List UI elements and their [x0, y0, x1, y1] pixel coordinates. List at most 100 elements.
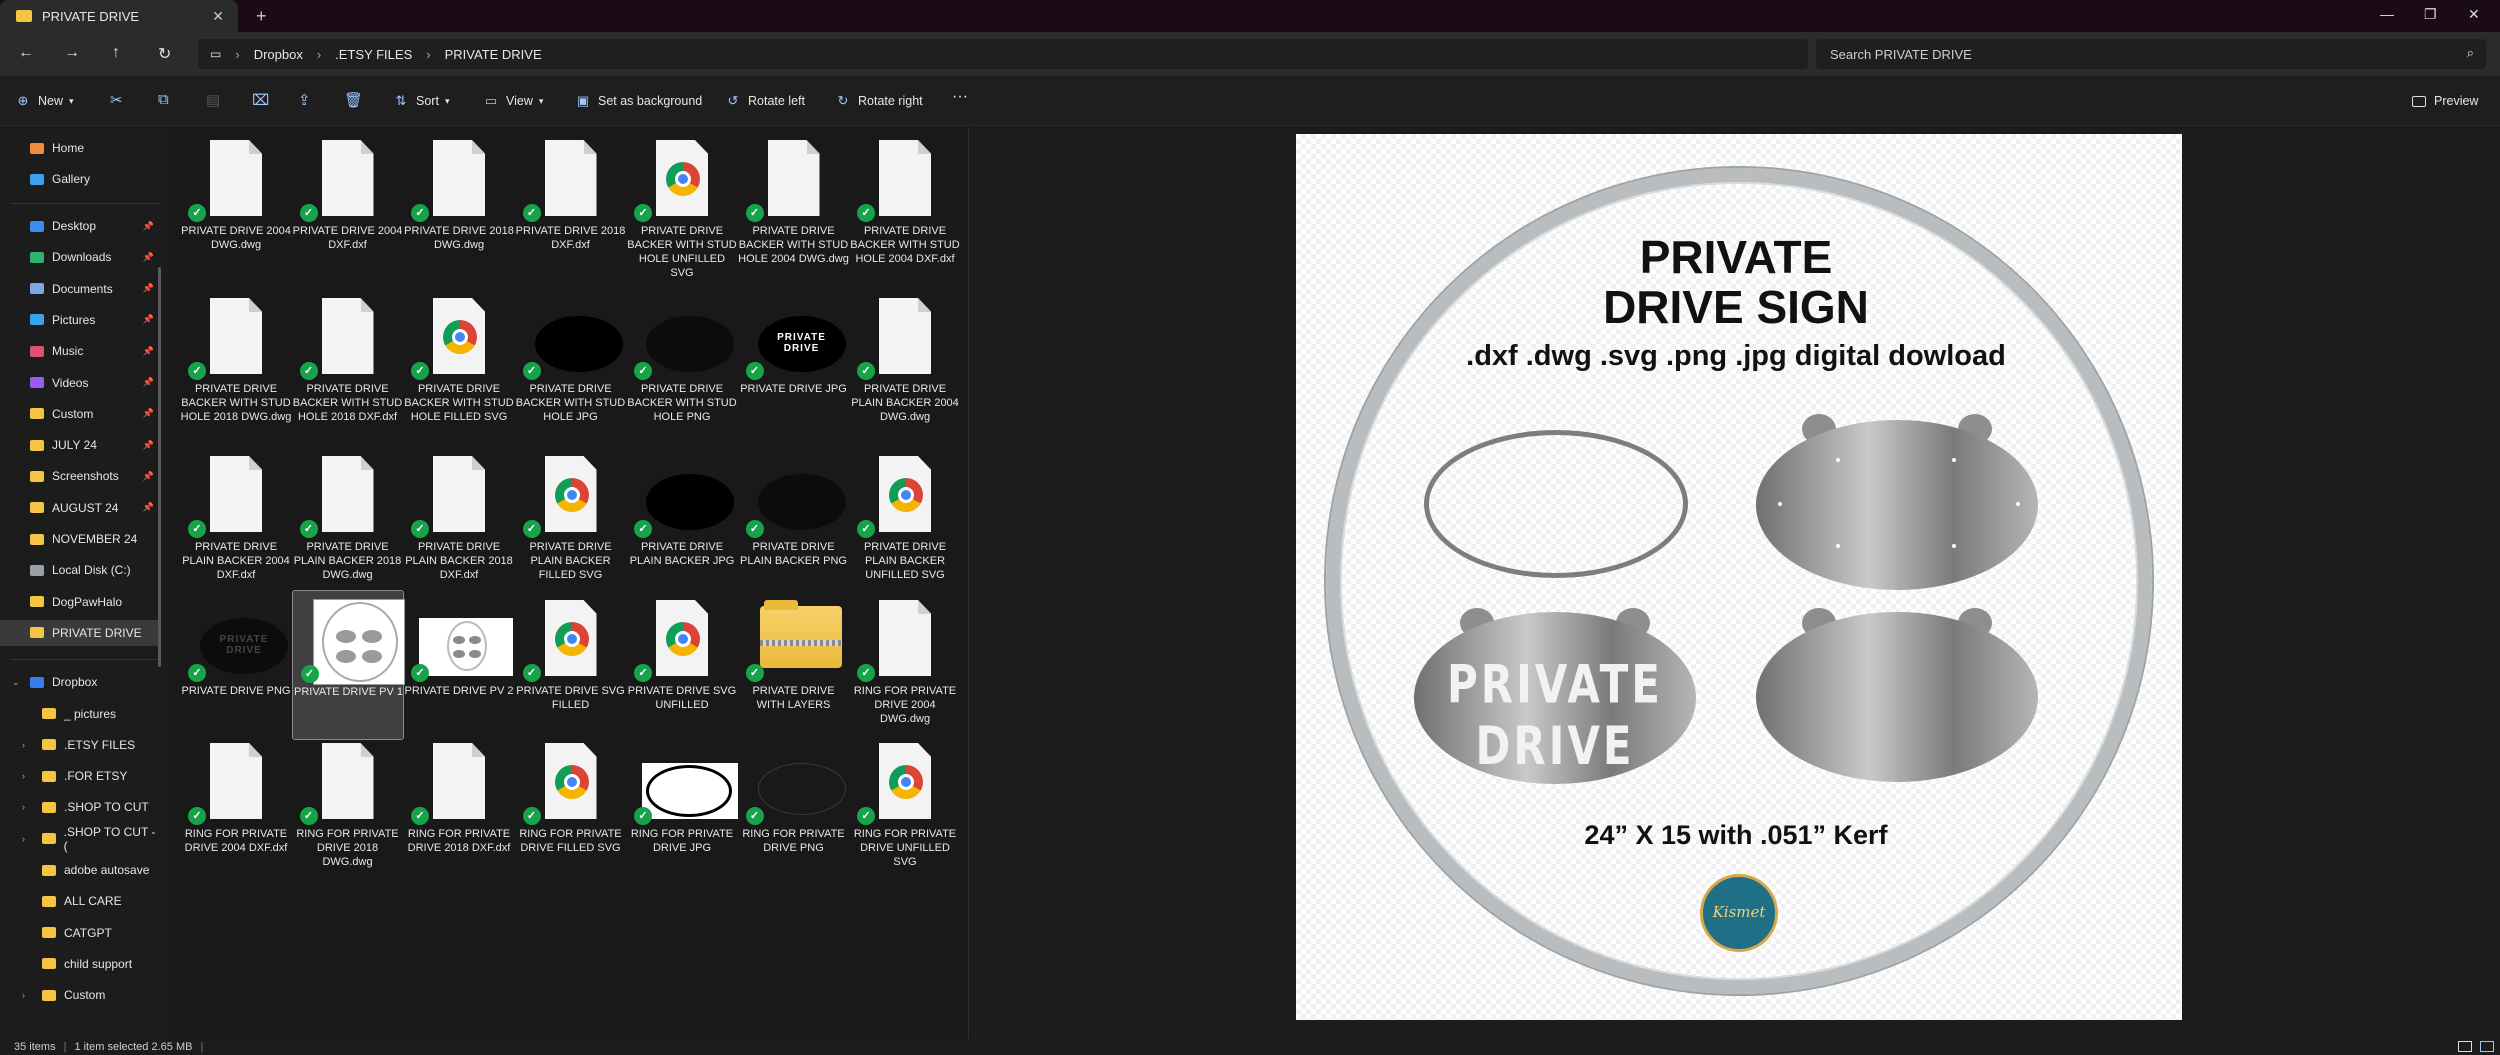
- sidebar-item-shop-to-cut[interactable]: › .SHOP TO CUT: [0, 794, 160, 820]
- file-item[interactable]: ✓ RING FOR PRIVATE DRIVE UNFILLED SVG: [849, 733, 961, 883]
- file-item[interactable]: ✓ PRIVATE DRIVE PV 2: [403, 590, 515, 740]
- pin-icon[interactable]: 📌: [143, 221, 154, 232]
- chevron-right-icon[interactable]: ›: [22, 771, 25, 781]
- file-item[interactable]: ✓ RING FOR PRIVATE DRIVE FILLED SVG: [515, 733, 627, 883]
- pin-icon[interactable]: 📌: [143, 471, 154, 482]
- set-background-button[interactable]: ▣ Set as background: [576, 93, 702, 109]
- sidebar-item-etsy-files[interactable]: › .ETSY FILES: [0, 732, 160, 758]
- sidebar-item-private-drive[interactable]: PRIVATE DRIVE: [0, 619, 160, 646]
- sidebar-item-custom[interactable]: Custom 📌: [0, 401, 160, 427]
- chevron-right-icon[interactable]: ›: [22, 990, 25, 1000]
- search-input[interactable]: Search PRIVATE DRIVE ⌕: [1816, 39, 2486, 69]
- sidebar-item-music[interactable]: Music 📌: [0, 338, 160, 364]
- file-item[interactable]: ✓ PRIVATE DRIVE 2004 DXF.dxf: [292, 130, 404, 280]
- sidebar-item-gallery[interactable]: Gallery: [0, 166, 160, 192]
- file-item[interactable]: ✓ PRIVATE DRIVE BACKER WITH STUD HOLE 201…: [292, 288, 404, 438]
- more-options-button[interactable]: ···: [952, 88, 968, 106]
- forward-arrow-icon[interactable]: →: [64, 44, 80, 62]
- new-tab-button[interactable]: +: [256, 6, 267, 27]
- sidebar-item-downloads[interactable]: Downloads 📌: [0, 244, 160, 270]
- rename-icon[interactable]: ⌧: [252, 91, 269, 109]
- file-item[interactable]: ✓ PRIVATE DRIVE BACKER WITH STUD HOLE 201…: [180, 288, 292, 438]
- sidebar-item-screenshots[interactable]: Screenshots 📌: [0, 463, 160, 489]
- file-item[interactable]: ✓ RING FOR PRIVATE DRIVE JPG: [626, 733, 738, 883]
- pin-icon[interactable]: 📌: [143, 314, 154, 325]
- breadcrumb[interactable]: ▭ › Dropbox › .ETSY FILES › PRIVATE DRIV…: [198, 39, 1808, 69]
- file-item[interactable]: ✓ PRIVATE DRIVE PLAIN BACKER 2004 DXF.dxf: [180, 446, 292, 596]
- sidebar-item-adobe-autosave[interactable]: adobe autosave: [0, 857, 160, 883]
- sidebar-item-pictures[interactable]: _ pictures: [0, 701, 160, 727]
- sidebar-item-videos[interactable]: Videos 📌: [0, 370, 160, 396]
- sidebar-item-local-disk-c[interactable]: Local Disk (C:): [0, 557, 160, 583]
- sidebar-item-pictures[interactable]: Pictures 📌: [0, 307, 160, 333]
- file-item[interactable]: ✓ PRIVATE DRIVE PLAIN BACKER FILLED SVG: [515, 446, 627, 596]
- minimize-button[interactable]: —: [2380, 6, 2394, 22]
- file-item[interactable]: ✓ PRIVATE DRIVE BACKER WITH STUD HOLE JPG: [515, 288, 627, 438]
- sidebar-item-november-24[interactable]: NOVEMBER 24: [0, 526, 160, 552]
- breadcrumb-dropbox[interactable]: Dropbox: [254, 47, 303, 62]
- file-item[interactable]: PRIVATE DRIVE ✓ PRIVATE DRIVE PNG: [180, 590, 292, 740]
- file-item[interactable]: ✓ PRIVATE DRIVE BACKER WITH STUD HOLE 200…: [738, 130, 850, 280]
- pin-icon[interactable]: 📌: [143, 377, 154, 388]
- file-item[interactable]: ✓ PRIVATE DRIVE PLAIN BACKER PNG: [738, 446, 850, 596]
- file-item[interactable]: ✓ PRIVATE DRIVE PLAIN BACKER UNFILLED SVG: [849, 446, 961, 596]
- details-view-icon[interactable]: [2458, 1041, 2472, 1052]
- file-item[interactable]: PRIVATE DRIVE ✓ PRIVATE DRIVE JPG: [738, 288, 850, 438]
- pin-icon[interactable]: 📌: [143, 346, 154, 357]
- sidebar-item-documents[interactable]: Documents 📌: [0, 276, 160, 302]
- file-item[interactable]: ✓ PRIVATE DRIVE BACKER WITH STUD HOLE 200…: [849, 130, 961, 280]
- sidebar-item-dropbox[interactable]: ⌄ Dropbox: [0, 669, 160, 695]
- sidebar-item-home[interactable]: Home: [0, 135, 160, 161]
- pin-icon[interactable]: 📌: [143, 252, 154, 263]
- sidebar-item-all-care[interactable]: ALL CARE: [0, 888, 160, 914]
- file-item[interactable]: ✓ PRIVATE DRIVE 2004 DWG.dwg: [180, 130, 292, 280]
- preview-button[interactable]: Preview: [2412, 94, 2478, 108]
- sidebar-item-catgpt[interactable]: CATGPT: [0, 920, 160, 946]
- chevron-right-icon[interactable]: ›: [22, 740, 25, 750]
- sidebar-item-for-etsy[interactable]: › .FOR ETSY: [0, 763, 160, 789]
- file-item[interactable]: ✓ RING FOR PRIVATE DRIVE 2004 DXF.dxf: [180, 733, 292, 883]
- chevron-right-icon[interactable]: ›: [22, 802, 25, 812]
- sidebar-item-custom[interactable]: › Custom: [0, 982, 160, 1008]
- file-item[interactable]: ✓ PRIVATE DRIVE BACKER WITH STUD HOLE UNF…: [626, 130, 738, 280]
- back-arrow-icon[interactable]: ←: [18, 44, 34, 62]
- rotate-right-button[interactable]: ↻ Rotate right: [836, 93, 923, 109]
- file-item[interactable]: ✓ PRIVATE DRIVE BACKER WITH STUD HOLE FIL…: [403, 288, 515, 438]
- cut-icon[interactable]: ✂: [110, 91, 123, 109]
- sidebar-item-child-support[interactable]: child support: [0, 951, 160, 977]
- pin-icon[interactable]: 📌: [143, 440, 154, 451]
- sidebar-item-dogpawhalo[interactable]: DogPawHalo: [0, 589, 160, 615]
- file-item[interactable]: ✓ PRIVATE DRIVE BACKER WITH STUD HOLE PNG: [626, 288, 738, 438]
- up-arrow-icon[interactable]: ↑: [112, 44, 120, 62]
- file-item[interactable]: ✓ PRIVATE DRIVE SVG FILLED: [515, 590, 627, 740]
- file-item[interactable]: ✓ PRIVATE DRIVE PLAIN BACKER 2018 DXF.dxf: [403, 446, 515, 596]
- file-item[interactable]: ✓ RING FOR PRIVATE DRIVE 2004 DWG.dwg: [849, 590, 961, 740]
- view-button[interactable]: ▭ View ▾: [484, 93, 544, 109]
- file-item[interactable]: ✓ PRIVATE DRIVE PLAIN BACKER JPG: [626, 446, 738, 596]
- sidebar-scrollbar[interactable]: [158, 267, 161, 667]
- file-item[interactable]: ✓ PRIVATE DRIVE 2018 DWG.dwg: [403, 130, 515, 280]
- sidebar-item-desktop[interactable]: Desktop 📌: [0, 213, 160, 239]
- pin-icon[interactable]: 📌: [143, 283, 154, 294]
- copy-icon[interactable]: ⧉: [158, 91, 169, 108]
- file-item[interactable]: ✓ PRIVATE DRIVE WITH LAYERS: [738, 590, 850, 740]
- rotate-left-button[interactable]: ↺ Rotate left: [726, 93, 805, 109]
- chevron-right-icon[interactable]: ›: [22, 834, 25, 844]
- breadcrumb-private-drive[interactable]: PRIVATE DRIVE: [445, 47, 542, 62]
- file-item[interactable]: ✓ RING FOR PRIVATE DRIVE 2018 DXF.dxf: [403, 733, 515, 883]
- file-item[interactable]: ✓ PRIVATE DRIVE 2018 DXF.dxf: [515, 130, 627, 280]
- chevron-down-icon[interactable]: ⌄: [12, 677, 20, 688]
- pin-icon[interactable]: 📌: [143, 408, 154, 419]
- sidebar-item-august-24[interactable]: AUGUST 24 📌: [0, 495, 160, 521]
- file-item[interactable]: ✓ PRIVATE DRIVE SVG UNFILLED: [626, 590, 738, 740]
- breadcrumb-etsy-files[interactable]: .ETSY FILES: [335, 47, 412, 62]
- sort-button[interactable]: ⇅ Sort ▾: [394, 93, 450, 109]
- new-button[interactable]: ⊕ New ▾: [16, 93, 74, 109]
- pane-divider[interactable]: [968, 127, 969, 1039]
- file-item[interactable]: ✓ PRIVATE DRIVE PLAIN BACKER 2004 DWG.dwg: [849, 288, 961, 438]
- close-tab-icon[interactable]: ✕: [212, 8, 224, 25]
- file-item[interactable]: ✓ RING FOR PRIVATE DRIVE 2018 DWG.dwg: [292, 733, 404, 883]
- file-item[interactable]: ✓ PRIVATE DRIVE PLAIN BACKER 2018 DWG.dwg: [292, 446, 404, 596]
- large-icons-view-icon[interactable]: [2480, 1041, 2494, 1052]
- share-icon[interactable]: ⇪: [298, 91, 311, 109]
